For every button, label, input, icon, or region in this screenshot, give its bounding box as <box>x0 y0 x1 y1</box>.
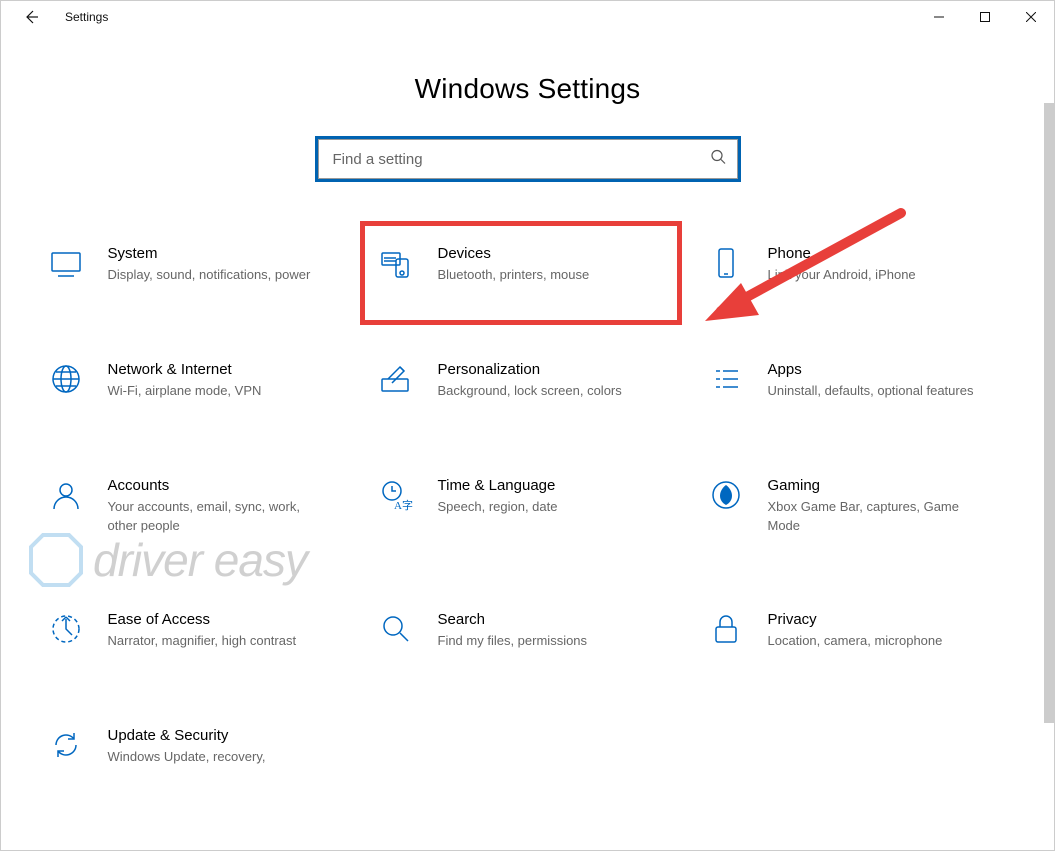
close-button[interactable] <box>1008 1 1054 33</box>
tile-desc: Link your Android, iPhone <box>768 266 1010 285</box>
tile-title: Accounts <box>108 477 350 494</box>
search-icon <box>710 149 726 170</box>
tile-title: Ease of Access <box>108 611 350 628</box>
titlebar: Settings <box>1 1 1054 33</box>
tile-desc: Xbox Game Bar, captures, Game Mode <box>768 498 1010 536</box>
phone-icon <box>706 243 746 283</box>
close-icon <box>1026 12 1036 22</box>
tile-title: Time & Language <box>438 477 680 494</box>
ease-of-access-icon <box>46 609 86 649</box>
tile-title: Personalization <box>438 361 680 378</box>
minimize-button[interactable] <box>916 1 962 33</box>
tile-time[interactable]: A字 Time & Language Speech, region, date <box>368 471 688 540</box>
tile-title: Search <box>438 611 680 628</box>
tile-title: Privacy <box>768 611 1010 628</box>
network-icon <box>46 359 86 399</box>
svg-text:A字: A字 <box>394 498 413 512</box>
scrollbar[interactable] <box>1042 33 1054 850</box>
maximize-button[interactable] <box>962 1 1008 33</box>
tile-system[interactable]: System Display, sound, notifications, po… <box>38 239 358 289</box>
accounts-icon <box>46 475 86 515</box>
gaming-icon <box>706 475 746 515</box>
tile-desc: Speech, region, date <box>438 498 680 517</box>
tile-update[interactable]: Update & Security Windows Update, recove… <box>38 721 358 771</box>
tile-privacy[interactable]: Privacy Location, camera, microphone <box>698 605 1018 655</box>
apps-icon <box>706 359 746 399</box>
settings-grid: System Display, sound, notifications, po… <box>28 239 1028 771</box>
update-icon <box>46 725 86 765</box>
window-controls <box>916 1 1054 33</box>
tile-search[interactable]: Search Find my files, permissions <box>368 605 688 655</box>
tile-personalization[interactable]: Personalization Background, lock screen,… <box>368 355 688 405</box>
window-title: Settings <box>65 10 108 24</box>
tile-desc: Wi-Fi, airplane mode, VPN <box>108 382 350 401</box>
maximize-icon <box>980 12 990 22</box>
tile-title: System <box>108 245 350 262</box>
tile-title: Network & Internet <box>108 361 350 378</box>
arrow-left-icon <box>23 9 39 25</box>
tile-desc: Uninstall, defaults, optional features <box>768 382 1010 401</box>
tile-desc: Windows Update, recovery, <box>108 748 350 767</box>
time-language-icon: A字 <box>376 475 416 515</box>
tile-accounts[interactable]: Accounts Your accounts, email, sync, wor… <box>38 471 358 540</box>
tile-ease[interactable]: Ease of Access Narrator, magnifier, high… <box>38 605 358 655</box>
tile-desc: Background, lock screen, colors <box>438 382 680 401</box>
scrollbar-thumb[interactable] <box>1044 103 1054 723</box>
tile-desc: Narrator, magnifier, high contrast <box>108 632 350 651</box>
search-input[interactable] <box>318 139 738 179</box>
minimize-icon <box>934 12 944 22</box>
tile-desc: Your accounts, email, sync, work, other … <box>108 498 350 536</box>
back-button[interactable] <box>9 1 53 33</box>
tile-devices[interactable]: Devices Bluetooth, printers, mouse <box>368 239 688 289</box>
search-container <box>318 139 738 179</box>
tile-title: Gaming <box>768 477 1010 494</box>
search-tile-icon <box>376 609 416 649</box>
tile-gaming[interactable]: Gaming Xbox Game Bar, captures, Game Mod… <box>698 471 1018 540</box>
system-icon <box>46 243 86 283</box>
content: Windows Settings System Display, sound, … <box>1 33 1054 852</box>
devices-icon <box>376 243 416 283</box>
tile-desc: Bluetooth, printers, mouse <box>438 266 680 285</box>
tile-phone[interactable]: Phone Link your Android, iPhone <box>698 239 1018 289</box>
tile-desc: Display, sound, notifications, power <box>108 266 350 285</box>
tile-desc: Location, camera, microphone <box>768 632 1010 651</box>
personalization-icon <box>376 359 416 399</box>
tile-desc: Find my files, permissions <box>438 632 680 651</box>
page-title: Windows Settings <box>1 73 1054 105</box>
privacy-icon <box>706 609 746 649</box>
tile-title: Phone <box>768 245 1010 262</box>
tile-apps[interactable]: Apps Uninstall, defaults, optional featu… <box>698 355 1018 405</box>
tile-title: Apps <box>768 361 1010 378</box>
tile-title: Devices <box>438 245 680 262</box>
tile-title: Update & Security <box>108 727 350 744</box>
tile-network[interactable]: Network & Internet Wi-Fi, airplane mode,… <box>38 355 358 405</box>
